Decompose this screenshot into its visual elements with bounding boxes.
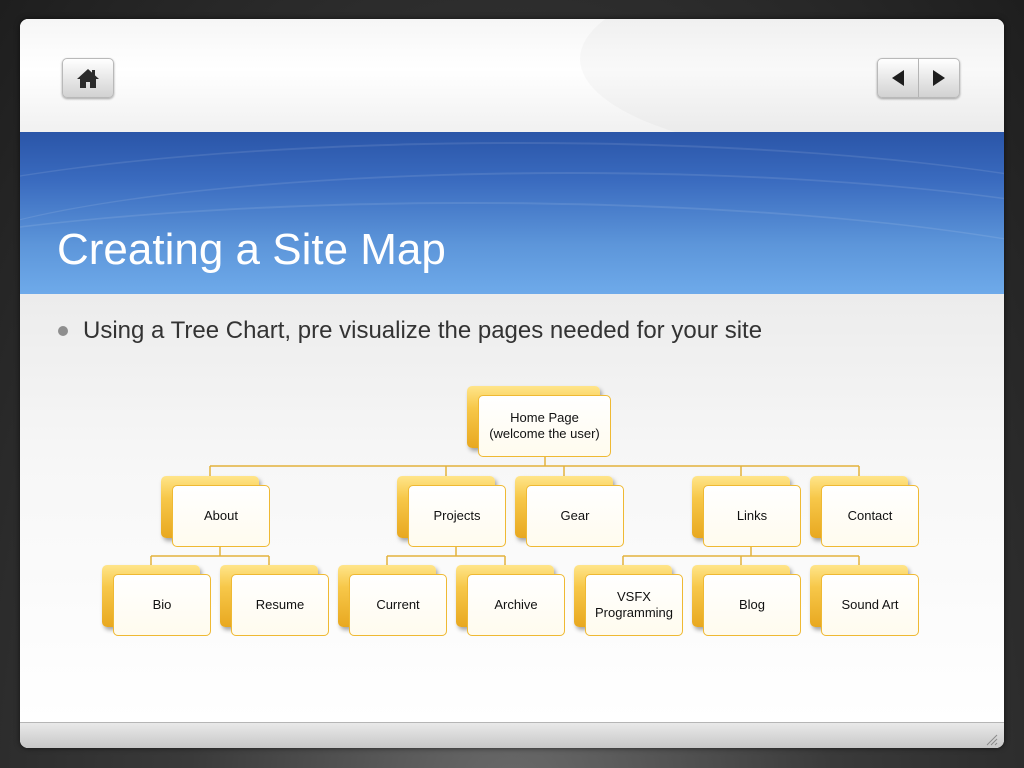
tree-node-resume: Resume — [220, 565, 329, 636]
tree-node-label: Sound Art — [821, 574, 919, 636]
top-band — [20, 19, 1004, 132]
triangle-left-icon — [892, 70, 904, 86]
tree-node-label: About — [172, 485, 270, 547]
slide-title: Creating a Site Map — [57, 225, 446, 274]
previous-slide-button[interactable] — [878, 59, 918, 97]
title-band: Creating a Site Map — [20, 132, 1004, 294]
triangle-right-icon — [933, 70, 945, 86]
tree-node-label: VSFX Programming — [585, 574, 683, 636]
tree-node-label: Resume — [231, 574, 329, 636]
tree-node-gear: Gear — [515, 476, 624, 547]
tree-node-label: Gear — [526, 485, 624, 547]
slide-navigation — [877, 58, 960, 98]
tree-node-contact: Contact — [810, 476, 919, 547]
tree-node-sound-art: Sound Art — [810, 565, 919, 636]
tree-node-archive: Archive — [456, 565, 565, 636]
tree-node-label: Archive — [467, 574, 565, 636]
resize-grip-icon — [986, 734, 998, 746]
home-button[interactable] — [62, 58, 114, 98]
tree-node-bio: Bio — [102, 565, 211, 636]
tree-node-label: Current — [349, 574, 447, 636]
tree-node-label: Blog — [703, 574, 801, 636]
content-area: Using a Tree Chart, pre visualize the pa… — [20, 294, 1004, 722]
tree-node-label: Links — [703, 485, 801, 547]
tree-node-links: Links — [692, 476, 801, 547]
tree-node-label: Home Page (welcome the user) — [478, 395, 611, 457]
tree-node-label: Contact — [821, 485, 919, 547]
tree-node-projects: Projects — [397, 476, 506, 547]
next-slide-button[interactable] — [919, 59, 959, 97]
tree-node-vsfx-programming: VSFX Programming — [574, 565, 683, 636]
tree-node-label: Projects — [408, 485, 506, 547]
home-icon — [77, 69, 99, 88]
tree-node-current: Current — [338, 565, 447, 636]
tree-node-root: Home Page (welcome the user) — [467, 386, 611, 457]
tree-node-label: Bio — [113, 574, 211, 636]
tree-node-about: About — [161, 476, 270, 547]
bottom-bar — [20, 722, 1004, 748]
slide: Creating a Site Map Using a Tree Chart, … — [20, 19, 1004, 748]
tree-node-blog: Blog — [692, 565, 801, 636]
